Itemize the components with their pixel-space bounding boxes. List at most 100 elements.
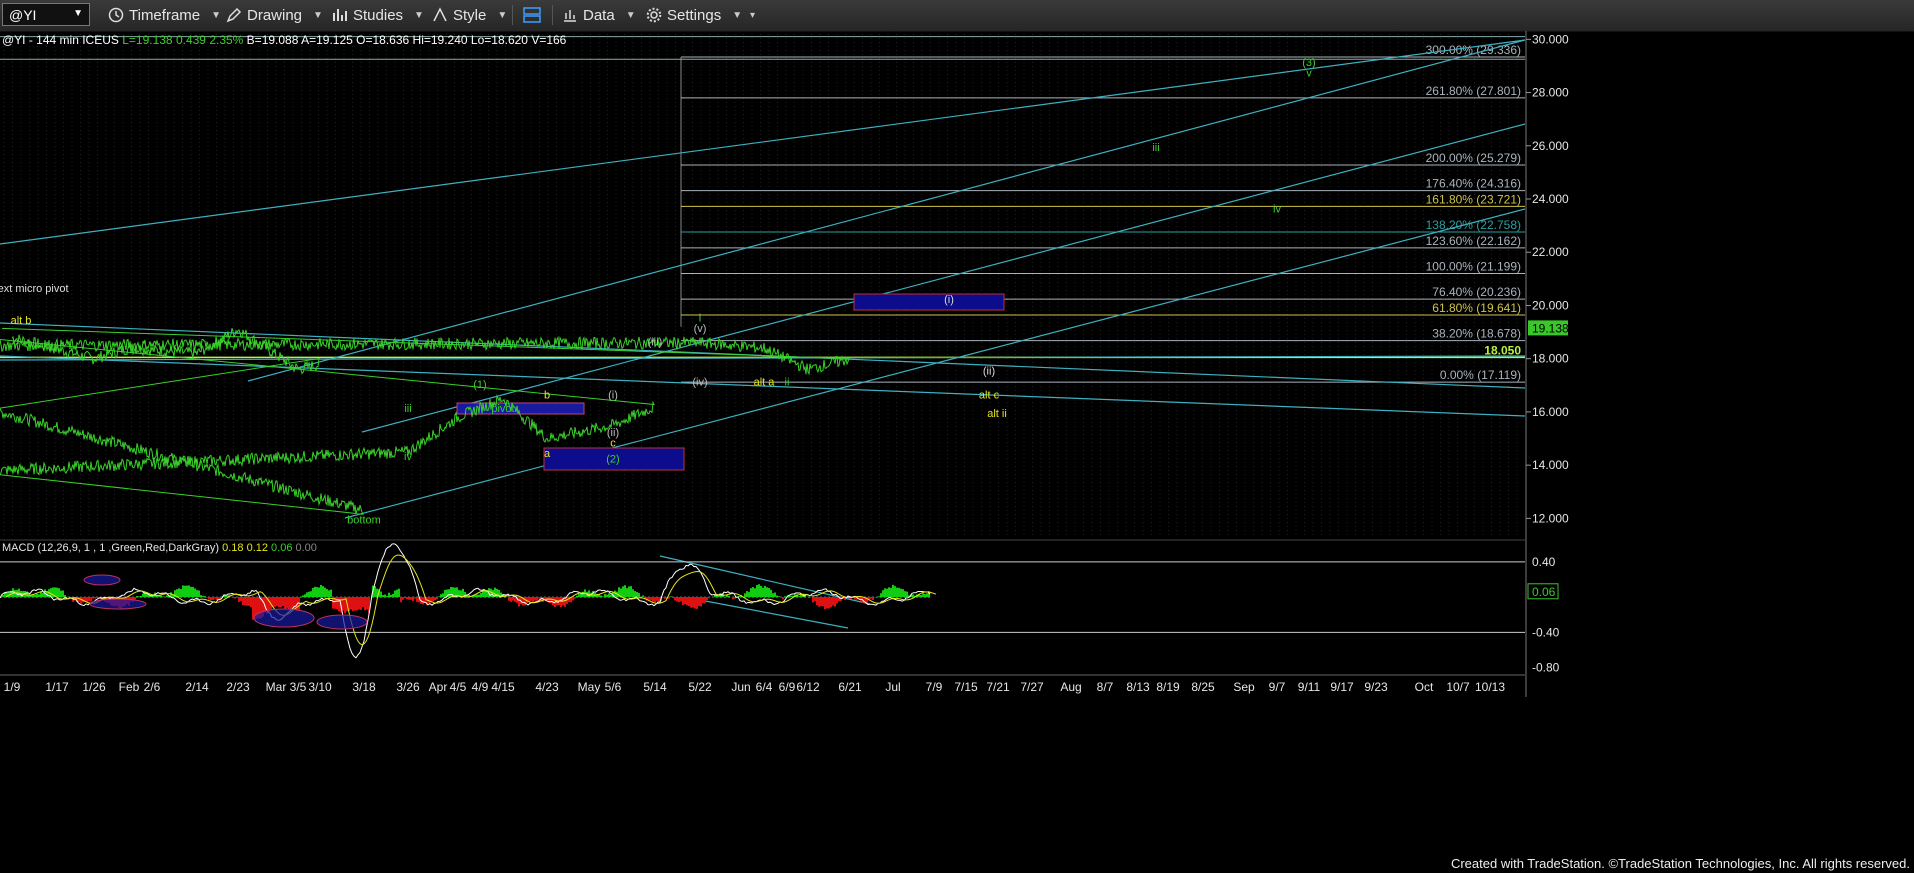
toolbar-divider	[552, 5, 553, 25]
x-tick-label: 9/17	[1330, 680, 1354, 694]
macd-histogram-bar	[510, 597, 512, 602]
macd-histogram-bar	[282, 597, 284, 607]
macd-histogram-bar	[728, 595, 730, 598]
macd-histogram-bar	[278, 597, 280, 608]
macd-tick-label: -0.80	[1532, 661, 1560, 675]
macd-title-text: MACD (12,26,9, 1 , 1 ,Green,Red,DarkGray…	[2, 542, 222, 554]
macd-histogram-bar	[448, 589, 450, 598]
toolbar: @YI ▼ Timeframe ▼ Drawing ▼ Studies ▼ Style…	[0, 0, 1914, 32]
settings-menu[interactable]: Settings ▼	[646, 5, 742, 25]
x-tick-label: 8/7	[1097, 680, 1114, 694]
macd-histogram-bar	[26, 591, 28, 598]
macd-histogram-bar	[752, 587, 754, 598]
studies-icon	[333, 9, 347, 21]
macd-histogram-bar	[188, 585, 190, 598]
macd-histogram-bar	[444, 589, 446, 598]
x-tick-label: 10/7	[1446, 680, 1470, 694]
macd-histogram-bar	[770, 589, 772, 598]
macd-histogram-bar	[636, 591, 638, 598]
macd-histogram-bar	[242, 597, 244, 606]
layout-button[interactable]	[522, 5, 542, 25]
macd-histogram-bar	[380, 591, 382, 598]
timeframe-label: Timeframe	[129, 6, 201, 24]
macd-histogram-bar	[64, 594, 66, 598]
fib-level-label: 200.00% (25.279)	[1426, 151, 1521, 165]
macd-histogram-bar	[682, 597, 684, 605]
macd-histogram-bar	[250, 597, 252, 608]
macd-histogram-bar	[622, 586, 624, 598]
macd-histogram-bar	[834, 597, 836, 607]
macd-histogram-bar	[694, 597, 696, 609]
data-label: Data	[583, 6, 615, 24]
x-tick-label: 3/18	[352, 680, 376, 694]
studies-label: Studies	[353, 6, 404, 24]
macd-histogram-bar	[698, 597, 700, 607]
macd-histogram-bar	[906, 591, 908, 598]
support-level-label: 18.050	[1484, 343, 1521, 357]
fib-level-label: 261.80% (27.801)	[1426, 84, 1521, 98]
wave-label: a	[544, 448, 551, 460]
macd-histogram-bar	[608, 593, 610, 598]
macd-histogram-bar	[322, 586, 324, 598]
macd-histogram-bar	[754, 588, 756, 598]
macd-histogram-bar	[240, 597, 242, 601]
macd-histogram-bar	[828, 597, 830, 609]
x-tick-label: 1/17	[45, 680, 69, 694]
macd-histogram-bar	[304, 594, 306, 598]
macd-histogram-bar	[922, 593, 924, 598]
macd-histogram-bar	[514, 597, 516, 602]
macd-histogram-bar	[884, 588, 886, 598]
macd-histogram-bar	[674, 597, 676, 601]
macd-histogram-bar	[538, 597, 540, 599]
symbol-input[interactable]: @YI ▼	[2, 3, 90, 26]
macd-histogram-bar	[920, 594, 922, 598]
macd-histogram-bar	[186, 585, 188, 598]
macd-histogram-bar	[876, 597, 878, 598]
macd-histogram-bar	[96, 597, 98, 598]
x-tick-label: 1/9	[4, 680, 21, 694]
macd-histogram-bar	[718, 595, 720, 598]
macd-histogram-bar	[648, 597, 650, 600]
macd-histogram-bar	[274, 597, 276, 607]
macd-histogram-bar	[826, 597, 828, 609]
macd-histogram-bar	[308, 591, 310, 598]
data-menu[interactable]: Data ▼	[562, 5, 636, 25]
macd-histogram-bar	[764, 585, 766, 598]
drawing-menu[interactable]: Drawing ▼	[226, 5, 323, 25]
quote-field: ICEUS	[79, 33, 119, 47]
macd-histogram-bar	[768, 587, 770, 598]
timeframe-menu[interactable]: Timeframe ▼	[108, 5, 221, 25]
macd-histogram-bar	[366, 597, 368, 610]
y-tick-label: 16.000	[1532, 405, 1569, 419]
quote-field: V=166	[528, 33, 567, 47]
macd-histogram-bar	[354, 597, 356, 611]
quote-field: L=19.138	[119, 33, 173, 47]
x-tick-label: 6/21	[838, 680, 862, 694]
macd-histogram-bar	[654, 597, 656, 603]
macd-histogram-bar	[662, 597, 664, 598]
quote-field: Hi=19.240	[409, 33, 468, 47]
macd-histogram-bar	[142, 593, 144, 598]
x-tick-label: 8/13	[1126, 680, 1150, 694]
macd-histogram-bar	[248, 597, 250, 606]
style-menu[interactable]: Style ▼	[432, 5, 507, 25]
x-tick-label: 3/26	[396, 680, 420, 694]
macd-histogram-bar	[610, 594, 612, 598]
macd-tick-label: 0.40	[1532, 555, 1556, 569]
layout-icon	[523, 7, 541, 23]
macd-value: 0.00	[292, 542, 316, 554]
y-tick-label: 12.000	[1532, 511, 1569, 525]
wave-label: c	[610, 438, 616, 450]
x-tick-label: May	[578, 680, 601, 694]
macd-histogram-bar	[824, 597, 826, 610]
macd-histogram-bar	[362, 597, 364, 608]
fib-level-label: 123.60% (22.162)	[1426, 234, 1521, 248]
x-tick-label: 10/13	[1475, 680, 1505, 694]
price-chart[interactable]: 300.00% (29.336)261.80% (27.801)200.00% …	[0, 31, 1914, 843]
studies-menu[interactable]: Studies ▼	[332, 5, 424, 25]
macd-histogram-bar	[626, 588, 628, 598]
last-price-label: 19.138	[1532, 321, 1569, 335]
toolbar-overflow[interactable]: ▾	[744, 5, 755, 25]
macd-histogram-bar	[518, 597, 520, 607]
wave-label: alt c	[979, 390, 1000, 402]
